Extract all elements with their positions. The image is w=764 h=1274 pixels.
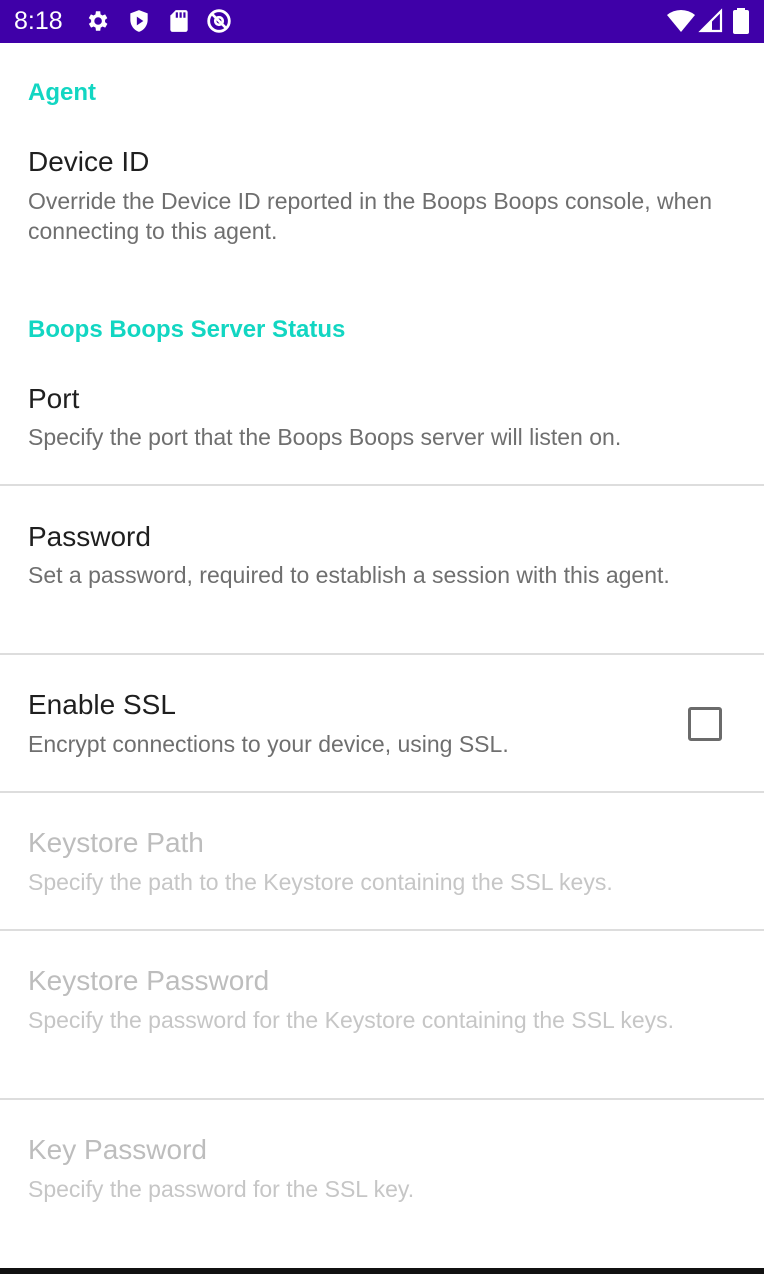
- pref-port-summary: Specify the port that the Boops Boops se…: [28, 424, 622, 450]
- pref-keystore-password-title: Keystore Password: [28, 965, 270, 996]
- pref-device-id-title: Device ID: [28, 146, 150, 177]
- category-server-header: Boops Boops Server Status: [28, 316, 346, 343]
- blocked-at-icon: [207, 9, 231, 33]
- enable-ssl-checkbox[interactable]: [688, 707, 722, 741]
- pref-key-password-summary: Specify the password for the SSL key.: [28, 1176, 415, 1202]
- pref-enable-ssl[interactable]: Enable SSL Encrypt connections to your d…: [0, 655, 764, 791]
- pref-device-id[interactable]: Device ID Override the Device ID reporte…: [0, 130, 764, 276]
- pref-keystore-path-summary: Specify the path to the Keystore contain…: [28, 869, 613, 895]
- cell-signal-icon: [698, 8, 723, 33]
- pref-keystore-password: Keystore Password Specify the password f…: [0, 931, 764, 1098]
- pref-keystore-password-summary: Specify the password for the Keystore co…: [28, 1007, 675, 1033]
- pref-key-password: Key Password Specify the password for th…: [0, 1100, 764, 1260]
- pref-key-password-title: Key Password: [28, 1134, 207, 1165]
- pref-password[interactable]: Password Set a password, required to est…: [0, 486, 764, 653]
- bottom-edge: [0, 1268, 764, 1274]
- category-agent-header: Agent: [28, 79, 96, 106]
- pref-keystore-path-title: Keystore Path: [28, 827, 204, 858]
- pref-port-title: Port: [28, 383, 80, 414]
- pref-password-summary: Set a password, required to establish a …: [28, 562, 670, 588]
- shield-play-icon: [130, 10, 148, 32]
- battery-icon: [733, 8, 749, 34]
- status-time: 8:18: [14, 7, 63, 35]
- wifi-icon: [667, 9, 695, 32]
- settings-icon: [88, 11, 108, 31]
- sd-card-icon: [170, 10, 188, 32]
- pref-device-id-summary: Override the Device ID reported in the B…: [28, 188, 712, 244]
- pref-password-title: Password: [28, 521, 151, 552]
- status-bar: 8:18: [0, 0, 764, 43]
- pref-port[interactable]: Port Specify the port that the Boops Boo…: [0, 368, 764, 484]
- pref-keystore-path: Keystore Path Specify the path to the Ke…: [0, 793, 764, 929]
- pref-enable-ssl-title: Enable SSL: [28, 689, 176, 720]
- pref-enable-ssl-summary: Encrypt connections to your device, usin…: [28, 731, 509, 757]
